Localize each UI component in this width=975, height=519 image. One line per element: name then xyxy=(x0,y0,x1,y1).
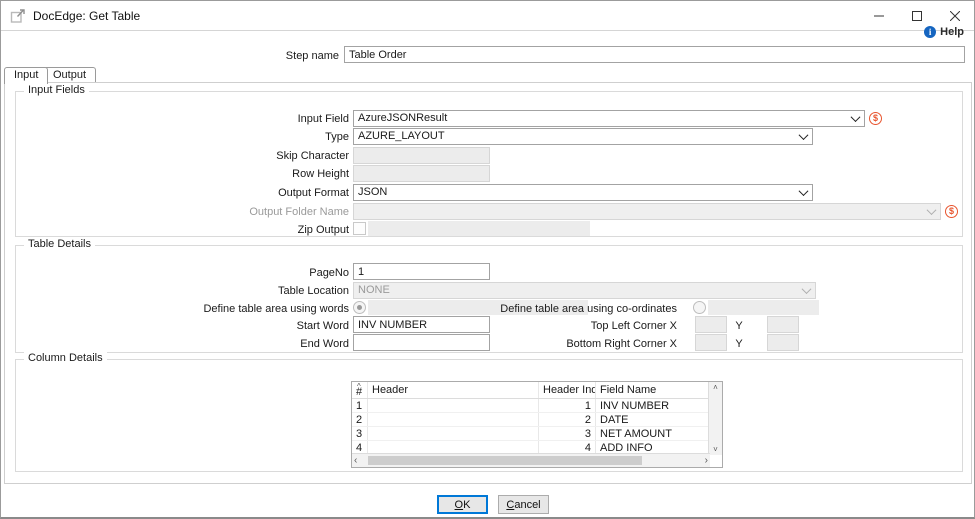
column-header-num[interactable]: ^ # xyxy=(352,382,368,398)
scroll-right-icon[interactable]: › xyxy=(705,454,708,467)
variable-picker-icon[interactable]: $ xyxy=(945,205,958,218)
table-location-combobox: NONE xyxy=(353,282,816,299)
column-details-table: ^ # Header Header Index Field Name 1 1 I… xyxy=(351,381,723,468)
help-label: Help xyxy=(940,26,964,38)
input-field-label: Input Field xyxy=(21,111,349,127)
app-icon xyxy=(10,8,26,24)
row-height-input xyxy=(353,165,490,182)
type-combobox[interactable]: AZURE_LAYOUT xyxy=(353,128,813,145)
table-row[interactable]: 1 1 INV NUMBER xyxy=(352,399,722,413)
info-icon: i xyxy=(924,26,936,38)
row-height-label: Row Height xyxy=(21,166,349,182)
horizontal-scrollbar[interactable]: ‹ › xyxy=(352,453,710,467)
zip-output-label: Zip Output xyxy=(21,222,349,238)
chevron-down-icon[interactable] xyxy=(796,186,811,199)
input-fields-legend: Input Fields xyxy=(24,84,89,96)
bottom-right-y-label: Y xyxy=(727,336,751,352)
zip-output-strip xyxy=(368,221,590,236)
variable-picker-icon[interactable]: $ xyxy=(869,112,882,125)
pageno-input[interactable] xyxy=(353,263,490,280)
table-row[interactable]: 2 2 DATE xyxy=(352,413,722,427)
column-details-legend: Column Details xyxy=(24,352,107,364)
chevron-down-icon[interactable] xyxy=(796,130,811,143)
bottom-right-corner-x-label: Bottom Right Corner X xyxy=(377,336,677,352)
start-word-label: Start Word xyxy=(21,318,349,334)
chevron-down-icon xyxy=(924,205,939,218)
chevron-down-icon xyxy=(799,284,814,297)
top-left-x-input xyxy=(695,316,727,333)
top-left-y-label: Y xyxy=(727,318,751,334)
bottom-right-y-input xyxy=(767,334,799,351)
type-label: Type xyxy=(21,129,349,145)
top-left-corner-x-label: Top Left Corner X xyxy=(377,318,677,334)
tab-output[interactable]: Output xyxy=(43,67,96,83)
help-link[interactable]: i Help xyxy=(924,24,964,39)
tab-input[interactable]: Input xyxy=(4,67,48,84)
input-field-combobox[interactable]: AzureJSONResult xyxy=(353,110,865,127)
ok-button[interactable]: OK xyxy=(437,495,488,514)
title-bar: DocEdge: Get Table xyxy=(1,1,974,31)
define-words-label: Define table area using words xyxy=(21,301,349,317)
window-title: DocEdge: Get Table xyxy=(33,9,140,23)
define-coords-strip xyxy=(708,300,819,315)
top-left-y-input xyxy=(767,316,799,333)
table-location-label: Table Location xyxy=(21,283,349,299)
column-header-header[interactable]: Header xyxy=(368,382,539,398)
step-name-label: Step name xyxy=(101,48,339,64)
zip-output-checkbox[interactable] xyxy=(353,222,366,235)
end-word-label: End Word xyxy=(21,336,349,352)
column-header-header-index[interactable]: Header Index xyxy=(539,382,596,398)
define-coords-label: Define table area using co-ordinates xyxy=(377,301,677,317)
output-folder-name-combobox xyxy=(353,203,941,220)
table-header-row: ^ # Header Header Index Field Name xyxy=(352,382,722,399)
table-details-legend: Table Details xyxy=(24,238,95,250)
chevron-down-icon[interactable] xyxy=(848,112,863,125)
skip-character-input xyxy=(353,147,490,164)
pageno-label: PageNo xyxy=(21,265,349,281)
scroll-up-icon[interactable]: ˄ xyxy=(709,383,722,392)
column-header-field-name[interactable]: Field Name xyxy=(596,382,710,398)
output-format-label: Output Format xyxy=(21,185,349,201)
bottom-right-x-input xyxy=(695,334,727,351)
vertical-scrollbar[interactable]: ˄ ˅ xyxy=(708,382,722,455)
define-coords-radio[interactable] xyxy=(693,301,706,314)
dialog-window: DocEdge: Get Table i Help Step name Inpu… xyxy=(0,0,975,519)
skip-character-label: Skip Character xyxy=(21,148,349,164)
scroll-down-icon[interactable]: ˅ xyxy=(709,445,722,454)
output-format-combobox[interactable]: JSON xyxy=(353,184,813,201)
minimize-button[interactable] xyxy=(860,1,898,30)
scroll-left-icon[interactable]: ‹ xyxy=(354,454,357,467)
table-row[interactable]: 3 3 NET AMOUNT xyxy=(352,427,722,441)
step-name-input[interactable] xyxy=(344,46,965,63)
horizontal-scroll-thumb[interactable] xyxy=(368,456,642,465)
define-words-radio[interactable] xyxy=(353,301,366,314)
cancel-button[interactable]: Cancel xyxy=(498,495,549,514)
output-folder-name-label: Output Folder Name xyxy=(21,204,349,220)
